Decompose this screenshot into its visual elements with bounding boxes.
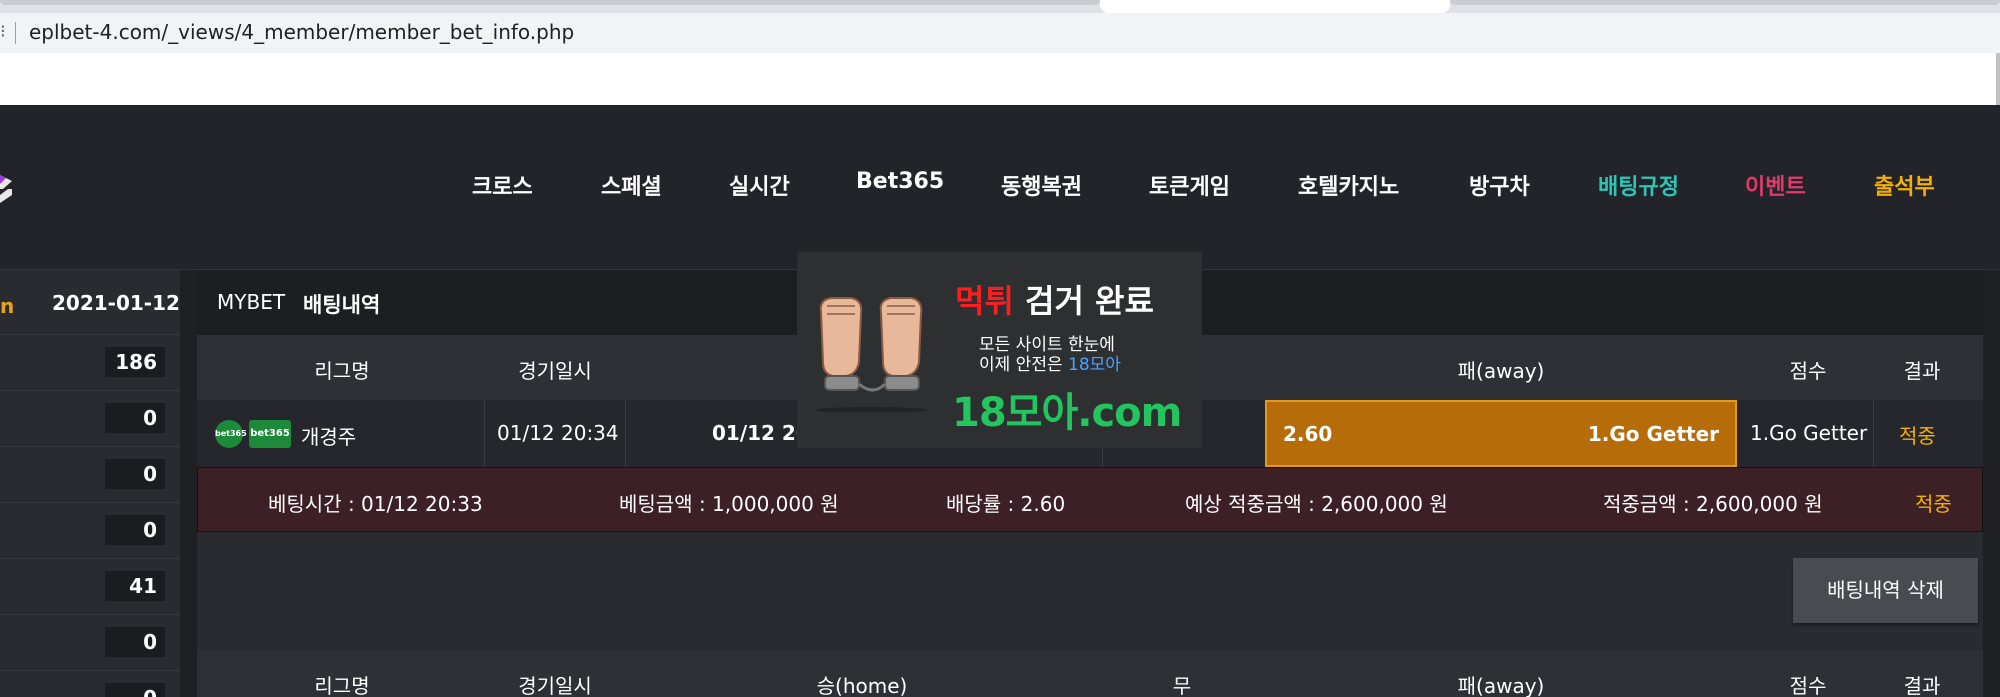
watermark-domain: 18모아.com: [952, 390, 1182, 436]
cell-divider: [1873, 400, 1874, 467]
sidebar: n 2021-01-12 186 0 0 0 41 0 0: [0, 270, 180, 697]
away-odds: 2.60: [1283, 422, 1333, 446]
url-text[interactable]: eplbet-4.com/_views/4_member/member_bet_…: [29, 20, 574, 44]
col-away: 패(away): [1457, 674, 1545, 697]
watermark-subtitle-2: 이제 안전은 18모아: [979, 355, 1121, 375]
browser-tab[interactable]: [0, 0, 1100, 5]
sidebar-count-row[interactable]: 0: [0, 503, 180, 559]
col-away: 패(away): [1457, 359, 1545, 383]
count-badge: 41: [105, 571, 165, 601]
nav-cross[interactable]: 크로스: [472, 169, 533, 201]
info-icon[interactable]: ⁝: [0, 21, 6, 42]
col-date: 경기일시: [518, 674, 592, 697]
nav-live[interactable]: 실시간: [729, 169, 790, 201]
bet365-logo-icon: bet365: [249, 420, 291, 448]
expected-payout: 예상 적중금액 : 2,600,000 원: [1185, 492, 1448, 516]
table-header: 리그명 경기일시 승(home) 무 패(away) 점수 결과: [197, 650, 1983, 697]
handcuffed-fists-icon: [816, 297, 926, 412]
count-badge: 0: [105, 627, 165, 657]
count-badge: 0: [105, 515, 165, 545]
col-result: 결과: [1903, 359, 1941, 383]
sidebar-count-row[interactable]: 0: [0, 391, 180, 447]
sidebar-date-row: n 2021-01-12: [0, 270, 180, 335]
bet365-badge-icon: bet365: [215, 420, 247, 448]
nav-token-game[interactable]: 토큰게임: [1149, 169, 1230, 201]
delete-history-button[interactable]: 배팅내역 삭제: [1793, 558, 1978, 623]
count-badge: 0: [105, 683, 165, 697]
cell-divider: [625, 400, 626, 467]
site-header: 크로스 스페셜 실시간 Bet365 동행복권 토큰게임 호텔카지노 방구차 배…: [0, 105, 2000, 270]
count-badge: 0: [105, 403, 165, 433]
bet-amount: 베팅금액 : 1,000,000 원: [619, 492, 839, 516]
nav-betting-rules[interactable]: 배팅규정: [1598, 169, 1679, 201]
col-score: 점수: [1789, 674, 1827, 697]
title-mybet: MYBET: [217, 290, 286, 314]
watermark-title: 먹튀 검거 완료: [955, 282, 1154, 320]
col-date: 경기일시: [518, 359, 592, 383]
nav-event[interactable]: 이벤트: [1745, 169, 1806, 201]
sidebar-accent-text: n: [0, 294, 15, 318]
away-selection[interactable]: 2.60 1.Go Getter: [1265, 400, 1737, 467]
watermark-banner: 먹튀 검거 완료 모든 사이트 한눈에 이제 안전은 18모아 18모아.com: [797, 252, 1202, 448]
cell-divider: [484, 400, 485, 467]
sidebar-count-row[interactable]: 41: [0, 559, 180, 615]
page-title: 배팅내역: [303, 293, 381, 317]
sidebar-date: 2021-01-12: [52, 291, 180, 315]
nav-special[interactable]: 스페셜: [601, 169, 662, 201]
browser-tabstrip: [0, 0, 2000, 13]
main-nav: 크로스 스페셜 실시간 Bet365 동행복권 토큰게임 호텔카지노 방구차 배…: [0, 169, 2000, 209]
result-status: 적중: [1899, 424, 1936, 448]
match-date: 01/12 20:34: [497, 421, 619, 445]
summary-result: 적중: [1915, 492, 1952, 516]
score: 1.Go Getter: [1750, 421, 1868, 445]
address-bar[interactable]: ⁝ eplbet-4.com/_views/4_member/member_be…: [0, 13, 2000, 53]
league-name: 개경주: [301, 425, 357, 449]
page-top-whitespace: [0, 53, 2000, 105]
nav-hotel-casino[interactable]: 호텔카지노: [1298, 169, 1399, 201]
count-badge: 186: [105, 347, 165, 377]
col-home: 승(home): [816, 674, 908, 697]
bet-odds: 배당률 : 2.60: [946, 492, 1066, 516]
bet-time: 베팅시간 : 01/12 20:33: [268, 492, 483, 516]
col-result: 결과: [1903, 674, 1941, 697]
sidebar-count-row[interactable]: 0: [0, 447, 180, 503]
sidebar-count-row[interactable]: 0: [0, 615, 180, 671]
col-league: 리그명: [314, 359, 370, 383]
count-badge: 0: [105, 459, 165, 489]
col-score: 점수: [1789, 359, 1827, 383]
bet-summary-bar: 베팅시간 : 01/12 20:33 베팅금액 : 1,000,000 원 배당…: [197, 467, 1983, 532]
home-team[interactable]: 01/12 20: [712, 421, 810, 445]
sidebar-count-row[interactable]: 0: [0, 671, 180, 697]
address-separator: [15, 22, 16, 44]
col-league: 리그명: [314, 674, 370, 697]
nav-bet365[interactable]: Bet365: [856, 169, 944, 194]
browser-tab[interactable]: [1450, 0, 2000, 5]
browser-tab-active[interactable]: [1100, 0, 1450, 13]
nav-lottery[interactable]: 동행복권: [1001, 169, 1082, 201]
col-draw: 무: [1172, 674, 1192, 697]
nav-bangucha[interactable]: 방구차: [1469, 169, 1530, 201]
scrollbar[interactable]: [1996, 53, 2000, 105]
nav-attendance[interactable]: 출석부: [1874, 169, 1935, 201]
won-amount: 적중금액 : 2,600,000 원: [1603, 492, 1823, 516]
away-team: 1.Go Getter: [1587, 422, 1719, 446]
sidebar-count-row[interactable]: 186: [0, 335, 180, 391]
